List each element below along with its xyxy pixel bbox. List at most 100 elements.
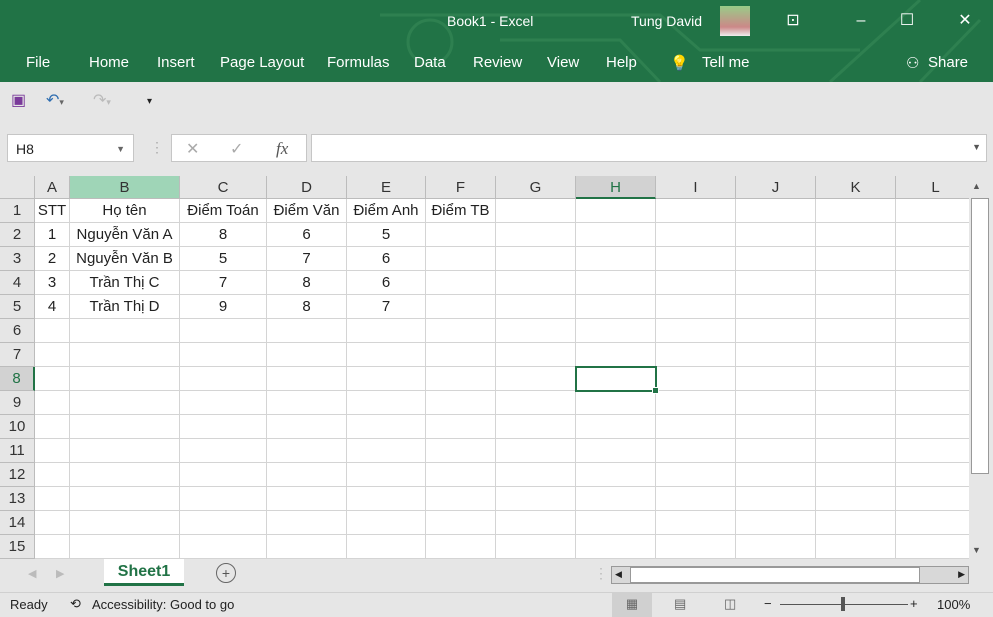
- cell-L5[interactable]: [896, 295, 969, 319]
- cell-D1[interactable]: Điểm Văn: [267, 199, 347, 223]
- cell-B13[interactable]: [70, 487, 180, 511]
- cell-B4[interactable]: Trần Thị C: [70, 271, 180, 295]
- cell-E14[interactable]: [347, 511, 426, 535]
- cell-B11[interactable]: [70, 439, 180, 463]
- cell-G6[interactable]: [496, 319, 576, 343]
- cell-I15[interactable]: [656, 535, 736, 559]
- cell-E6[interactable]: [347, 319, 426, 343]
- row-header-5[interactable]: 5: [0, 295, 35, 319]
- cell-L12[interactable]: [896, 463, 969, 487]
- cell-L10[interactable]: [896, 415, 969, 439]
- cell-I8[interactable]: [656, 367, 736, 391]
- row-header-9[interactable]: 9: [0, 391, 35, 415]
- cell-K5[interactable]: [816, 295, 896, 319]
- cell-K12[interactable]: [816, 463, 896, 487]
- cell-H10[interactable]: [576, 415, 656, 439]
- cell-K10[interactable]: [816, 415, 896, 439]
- cancel-icon[interactable]: ✕: [186, 139, 199, 159]
- cell-E4[interactable]: 6: [347, 271, 426, 295]
- cell-K7[interactable]: [816, 343, 896, 367]
- menu-formulas[interactable]: Formulas: [327, 54, 390, 71]
- cell-A12[interactable]: [35, 463, 70, 487]
- cell-H3[interactable]: [576, 247, 656, 271]
- row-header-13[interactable]: 13: [0, 487, 35, 511]
- cell-G1[interactable]: [496, 199, 576, 223]
- cell-C8[interactable]: [180, 367, 267, 391]
- cell-J6[interactable]: [736, 319, 816, 343]
- cell-L1[interactable]: [896, 199, 969, 223]
- maximize-button[interactable]: ☐: [892, 8, 922, 34]
- cell-G11[interactable]: [496, 439, 576, 463]
- cell-C1[interactable]: Điểm Toán: [180, 199, 267, 223]
- redo-icon[interactable]: ↷▾: [93, 90, 111, 114]
- share-button[interactable]: Share: [928, 54, 968, 71]
- cell-H14[interactable]: [576, 511, 656, 535]
- cell-F7[interactable]: [426, 343, 496, 367]
- cell-I4[interactable]: [656, 271, 736, 295]
- cell-J5[interactable]: [736, 295, 816, 319]
- cell-F11[interactable]: [426, 439, 496, 463]
- cell-F12[interactable]: [426, 463, 496, 487]
- cell-L2[interactable]: [896, 223, 969, 247]
- cell-E11[interactable]: [347, 439, 426, 463]
- horizontal-scrollbar[interactable]: ◀ ▶: [611, 566, 969, 584]
- column-header-K[interactable]: K: [816, 176, 896, 199]
- accessibility-status[interactable]: Accessibility: Good to go: [92, 597, 234, 612]
- cell-L4[interactable]: [896, 271, 969, 295]
- cell-D3[interactable]: 7: [267, 247, 347, 271]
- menu-page-layout[interactable]: Page Layout: [220, 54, 304, 71]
- cell-F15[interactable]: [426, 535, 496, 559]
- cell-K1[interactable]: [816, 199, 896, 223]
- cell-H11[interactable]: [576, 439, 656, 463]
- cell-E2[interactable]: 5: [347, 223, 426, 247]
- cell-A13[interactable]: [35, 487, 70, 511]
- cell-G4[interactable]: [496, 271, 576, 295]
- cell-F13[interactable]: [426, 487, 496, 511]
- menu-review[interactable]: Review: [473, 54, 522, 71]
- split-handle-icon[interactable]: ⋮: [594, 565, 608, 582]
- cell-I13[interactable]: [656, 487, 736, 511]
- row-header-3[interactable]: 3: [0, 247, 35, 271]
- cell-A14[interactable]: [35, 511, 70, 535]
- cell-L3[interactable]: [896, 247, 969, 271]
- cell-J9[interactable]: [736, 391, 816, 415]
- cell-I7[interactable]: [656, 343, 736, 367]
- tab-sheet1[interactable]: Sheet1: [104, 559, 184, 586]
- scroll-right-icon[interactable]: ▶: [958, 569, 965, 580]
- cell-B12[interactable]: [70, 463, 180, 487]
- cell-A1[interactable]: STT: [35, 199, 70, 223]
- next-sheet-icon[interactable]: ▶: [56, 567, 64, 580]
- column-header-I[interactable]: I: [656, 176, 736, 199]
- cell-K13[interactable]: [816, 487, 896, 511]
- cell-G2[interactable]: [496, 223, 576, 247]
- insert-function-icon[interactable]: fx: [276, 139, 288, 159]
- column-header-A[interactable]: A: [35, 176, 70, 199]
- cell-D8[interactable]: [267, 367, 347, 391]
- row-header-12[interactable]: 12: [0, 463, 35, 487]
- cell-D13[interactable]: [267, 487, 347, 511]
- cell-G5[interactable]: [496, 295, 576, 319]
- column-header-F[interactable]: F: [426, 176, 496, 199]
- cell-C11[interactable]: [180, 439, 267, 463]
- cell-K6[interactable]: [816, 319, 896, 343]
- menu-data[interactable]: Data: [414, 54, 446, 71]
- cell-C12[interactable]: [180, 463, 267, 487]
- cell-F6[interactable]: [426, 319, 496, 343]
- cell-H7[interactable]: [576, 343, 656, 367]
- cell-C13[interactable]: [180, 487, 267, 511]
- cell-C15[interactable]: [180, 535, 267, 559]
- cell-E9[interactable]: [347, 391, 426, 415]
- person-icon[interactable]: ⚇: [906, 54, 919, 72]
- column-header-L[interactable]: L: [896, 176, 969, 199]
- cell-F1[interactable]: Điểm TB: [426, 199, 496, 223]
- column-header-C[interactable]: C: [180, 176, 267, 199]
- cell-E7[interactable]: [347, 343, 426, 367]
- cell-A11[interactable]: [35, 439, 70, 463]
- cell-H9[interactable]: [576, 391, 656, 415]
- close-button[interactable]: ✕: [950, 8, 980, 34]
- cell-K3[interactable]: [816, 247, 896, 271]
- cell-C4[interactable]: 7: [180, 271, 267, 295]
- cell-D15[interactable]: [267, 535, 347, 559]
- cell-D7[interactable]: [267, 343, 347, 367]
- page-break-view-icon[interactable]: ◫: [724, 596, 736, 612]
